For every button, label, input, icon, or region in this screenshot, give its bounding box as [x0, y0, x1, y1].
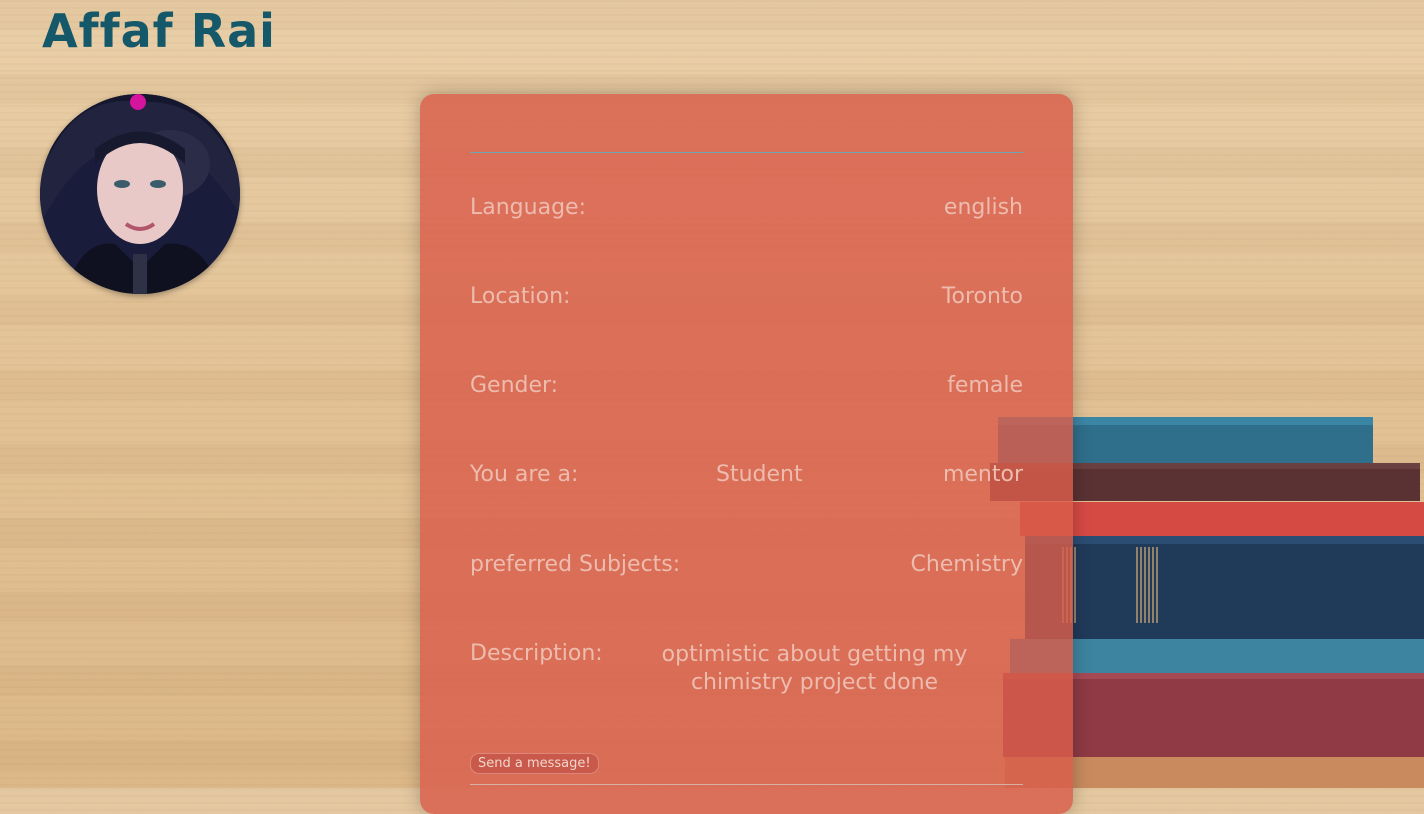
divider-top [470, 152, 1023, 153]
profile-name: Affaf Rai [42, 4, 276, 58]
divider-bottom [470, 784, 1023, 785]
send-message-button[interactable]: Send a message! [470, 753, 599, 774]
avatar [40, 94, 240, 294]
gender-value: female [947, 373, 1023, 398]
language-label: Language: [470, 195, 586, 220]
description-value: optimistic about getting my chimistry pr… [661, 642, 968, 695]
subjects-value: Chemistry [910, 552, 1023, 577]
location-value: Toronto [941, 284, 1023, 309]
role-option-student[interactable]: Student [716, 462, 803, 487]
role-option-mentor[interactable]: mentor [943, 462, 1023, 487]
gender-label: Gender: [470, 373, 559, 398]
avatar-photo [40, 94, 240, 294]
language-value: english [943, 195, 1023, 220]
location-label: Location: [470, 284, 571, 309]
subjects-label: preferred Subjects: [470, 552, 681, 577]
description-label: Description: [470, 641, 603, 666]
role-label: You are a: [470, 462, 579, 487]
profile-card: Language: english Location: Toronto Gend… [420, 94, 1073, 814]
